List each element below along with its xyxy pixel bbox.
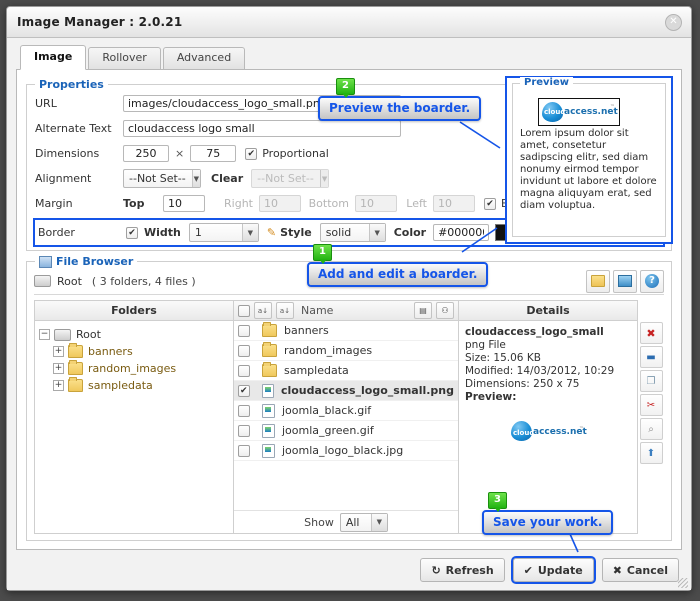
callout-bubble-1: Add and edit a boarder. [307, 262, 489, 287]
callout-bubble-2: Preview the boarder. [318, 96, 482, 121]
callout-badge-1: 1 [313, 244, 332, 264]
callout-2: 2 Preview the boarder. [318, 78, 482, 121]
callout-badge-3: 3 [488, 492, 507, 512]
callout-bubble-3: Save your work. [482, 510, 614, 535]
callout-3: 3 Save your work. [482, 492, 614, 535]
callout-badge-2: 2 [336, 78, 355, 98]
callout-1: 1 Add and edit a boarder. [307, 244, 489, 287]
desktop-background: Image Manager : 2.0.21 ✕ Image Rollover … [0, 0, 700, 601]
